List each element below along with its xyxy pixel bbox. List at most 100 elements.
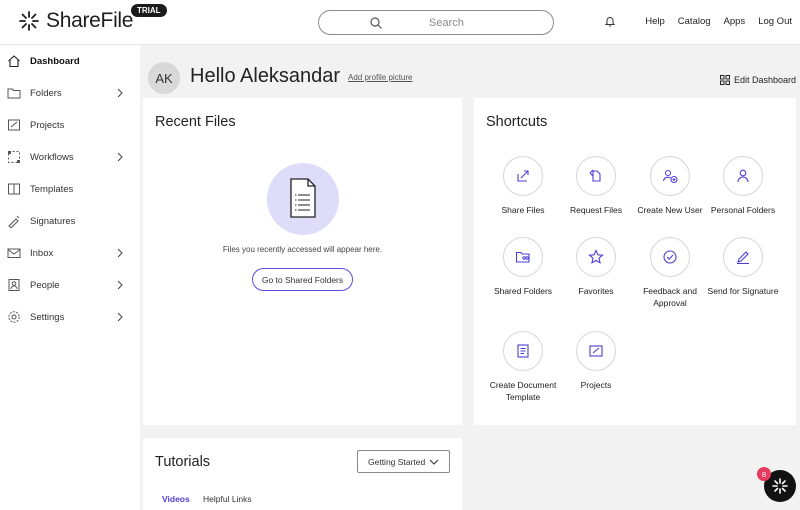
sidebar-item-label: Folders: [30, 87, 62, 99]
folder-icon: [7, 88, 21, 99]
sidebar-item-dashboard[interactable]: Dashboard: [0, 48, 140, 74]
shortcut-create-document-template[interactable]: Create Document Template: [484, 331, 562, 403]
chevron-right-icon: [117, 152, 123, 162]
shortcut-feedback-approval[interactable]: Feedback and Approval: [631, 237, 709, 309]
bell-icon[interactable]: [604, 15, 616, 27]
edit-dashboard-label: Edit Dashboard: [734, 75, 797, 85]
top-header: ShareFile TRIAL Search Help Catalog Apps…: [0, 0, 800, 45]
shortcut-label: Personal Folders: [710, 205, 776, 215]
person-icon: [737, 169, 749, 183]
gear-icon: [8, 311, 20, 323]
select-value: Getting Started: [368, 456, 426, 467]
tutorials-title: Tutorials: [155, 454, 211, 470]
shared-folder-icon: [515, 251, 530, 263]
sidebar-item-label: Dashboard: [30, 55, 80, 67]
sidebar-item-inbox[interactable]: Inbox: [0, 240, 140, 266]
sidebar-item-folders[interactable]: Folders: [0, 80, 140, 106]
edit-dashboard-button[interactable]: Edit Dashboard: [720, 75, 796, 85]
shortcuts-title: Shortcuts: [486, 114, 548, 130]
shortcut-label: Create New User: [637, 205, 703, 215]
tab-helpful-links[interactable]: Helpful Links: [203, 494, 252, 504]
recent-files-empty-message: Files you recently accessed will appear …: [222, 245, 383, 254]
tab-videos[interactable]: Videos: [162, 494, 190, 504]
sidebar-item-signatures[interactable]: Signatures: [0, 208, 140, 234]
grid-icon: [720, 75, 730, 85]
projects-icon: [589, 345, 603, 357]
inbox-icon: [7, 248, 21, 258]
request-icon: [589, 169, 601, 182]
search-input[interactable]: Search: [318, 10, 554, 35]
recent-files-card: Recent Files Files you recently accessed…: [143, 98, 462, 425]
chevron-right-icon: [117, 88, 123, 98]
shortcut-request-files[interactable]: Request Files: [557, 156, 635, 216]
search-placeholder: Search: [429, 17, 464, 29]
sharefile-logo[interactable]: ShareFile: [18, 9, 133, 33]
logo-mark-icon: [19, 11, 39, 31]
sharefile-mark-icon: [772, 478, 788, 494]
shortcut-label: Request Files: [570, 205, 622, 215]
greeting-title: Hello Aleksandar: [190, 65, 341, 87]
search-icon: [370, 17, 382, 29]
add-profile-picture-link[interactable]: Add profile picture: [348, 73, 412, 82]
tutorial-category-select[interactable]: Getting Started: [357, 450, 450, 473]
shortcut-personal-folders[interactable]: Personal Folders: [704, 156, 782, 216]
top-nav: Help Catalog Apps Log Out: [604, 15, 792, 27]
sidebar-item-label: Workflows: [30, 151, 74, 163]
logout-link[interactable]: Log Out: [758, 16, 792, 27]
shortcut-label: Create Document Template: [489, 380, 557, 402]
go-to-shared-folders-button[interactable]: Go to Shared Folders: [252, 268, 353, 291]
shortcut-label: Share Files: [501, 205, 545, 215]
sidebar-item-label: Inbox: [30, 247, 54, 259]
shortcut-share-files[interactable]: Share Files: [484, 156, 562, 216]
shortcuts-card: Shortcuts Share Files Request Files Crea…: [474, 98, 796, 425]
shortcut-label: Feedback and Approval: [643, 286, 697, 308]
check-circle-icon: [663, 250, 677, 264]
trial-badge: TRIAL: [131, 4, 167, 17]
sidebar-item-projects[interactable]: Projects: [0, 112, 140, 138]
catalog-link[interactable]: Catalog: [678, 16, 711, 27]
shortcut-label: Shared Folders: [493, 286, 553, 296]
recent-files-illustration: [267, 163, 339, 235]
shortcut-shared-folders[interactable]: Shared Folders: [484, 237, 562, 297]
sidebar-item-label: Projects: [30, 119, 65, 131]
sidebar-item-settings[interactable]: Settings: [0, 304, 140, 330]
signature-icon: [8, 215, 20, 228]
help-link[interactable]: Help: [645, 16, 665, 27]
sidebar-item-workflows[interactable]: Workflows: [0, 144, 140, 170]
sidebar-item-label: Signatures: [30, 215, 76, 227]
apps-link[interactable]: Apps: [724, 16, 746, 27]
document-list-icon: [290, 178, 316, 218]
brand-name: ShareFile: [46, 9, 134, 32]
sidebar-item-label: Settings: [30, 311, 65, 323]
sidebar: Dashboard Folders Projects Workflows Tem…: [0, 45, 140, 510]
share-icon: [517, 170, 529, 182]
document-icon: [517, 344, 529, 358]
chevron-right-icon: [117, 280, 123, 290]
shortcut-label: Favorites: [578, 286, 614, 296]
shortcut-send-for-signature[interactable]: Send for Signature: [704, 237, 782, 297]
shortcut-create-new-user[interactable]: Create New User: [631, 156, 709, 216]
sidebar-item-label: Templates: [30, 183, 74, 195]
templates-icon: [8, 183, 20, 195]
sidebar-item-people[interactable]: People: [0, 272, 140, 298]
tutorials-card: Tutorials Getting Started Videos Helpful…: [143, 438, 462, 510]
recent-files-title: Recent Files: [155, 114, 236, 130]
shortcut-label: Send for Signature: [707, 286, 779, 296]
shortcut-favorites[interactable]: Favorites: [557, 237, 635, 297]
avatar[interactable]: AK: [148, 62, 180, 94]
sidebar-item-label: People: [30, 279, 60, 291]
star-icon: [588, 249, 604, 264]
shortcut-label: Projects: [580, 380, 612, 390]
pen-icon: [737, 251, 749, 264]
chevron-right-icon: [117, 248, 123, 258]
chevron-down-icon: [429, 459, 439, 465]
sidebar-item-templates[interactable]: Templates: [0, 176, 140, 202]
workflows-icon: [8, 151, 20, 163]
shortcut-projects[interactable]: Projects: [557, 331, 635, 391]
add-user-icon: [662, 169, 678, 184]
home-icon: [8, 55, 20, 68]
notification-count-badge: 8: [757, 467, 771, 481]
chevron-right-icon: [117, 312, 123, 322]
projects-icon: [8, 119, 20, 131]
people-icon: [8, 279, 20, 291]
